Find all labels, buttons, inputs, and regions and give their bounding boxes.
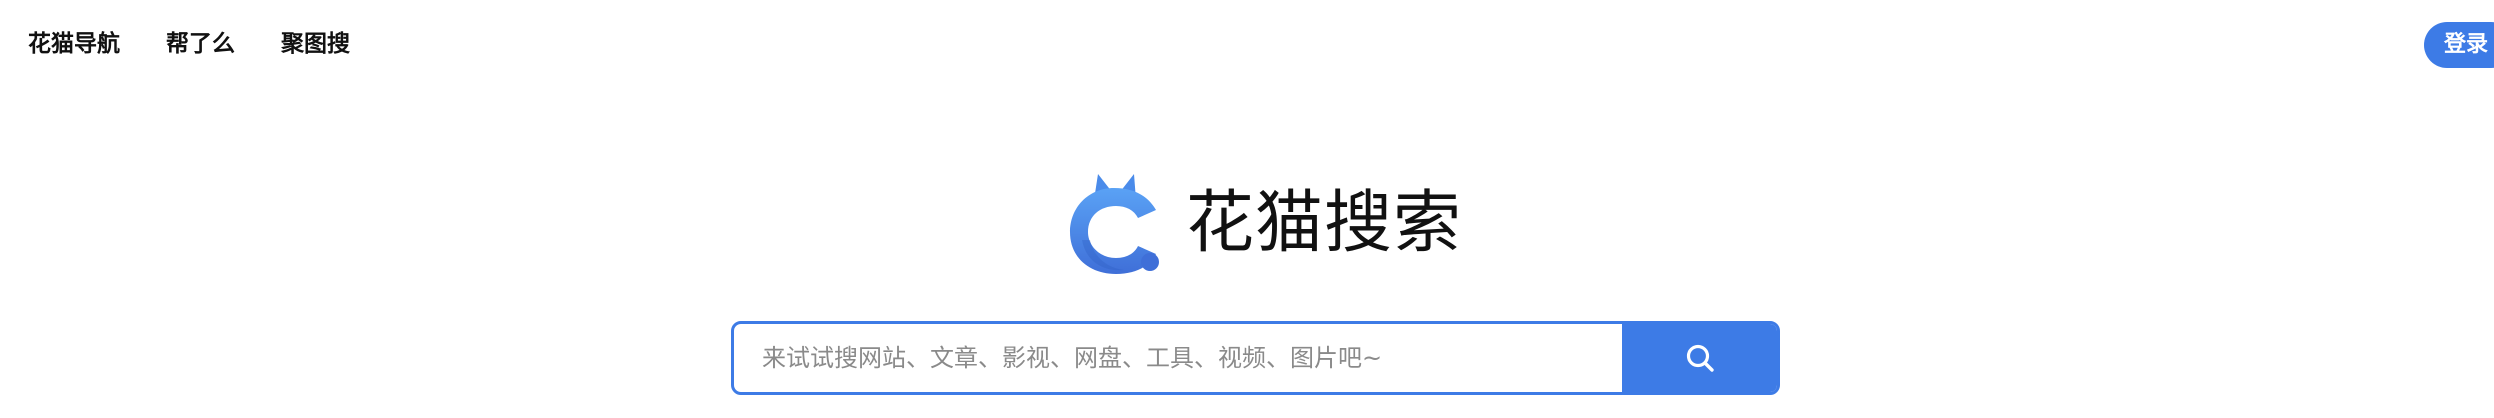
logo-text: 花猫搜索 [1186, 184, 1463, 263]
logo: 花猫搜索 [1064, 170, 1462, 278]
login-button[interactable]: 登录 [2424, 22, 2494, 68]
search-button[interactable] [1622, 324, 1777, 392]
page: 花猫导航 帮了么 聚图搜 登录 花猫搜索 [0, 0, 2494, 418]
nav-link-huamao-daohang[interactable]: 花猫导航 [28, 26, 120, 62]
search-icon [1686, 344, 1714, 372]
search-input[interactable] [734, 324, 1622, 392]
search-box [731, 321, 1780, 395]
nav-link-bangleme[interactable]: 帮了么 [166, 26, 235, 62]
top-nav: 花猫导航 帮了么 聚图搜 [28, 26, 350, 62]
nav-link-jutusou[interactable]: 聚图搜 [281, 26, 350, 62]
cat-head-logo-icon [1070, 174, 1159, 274]
